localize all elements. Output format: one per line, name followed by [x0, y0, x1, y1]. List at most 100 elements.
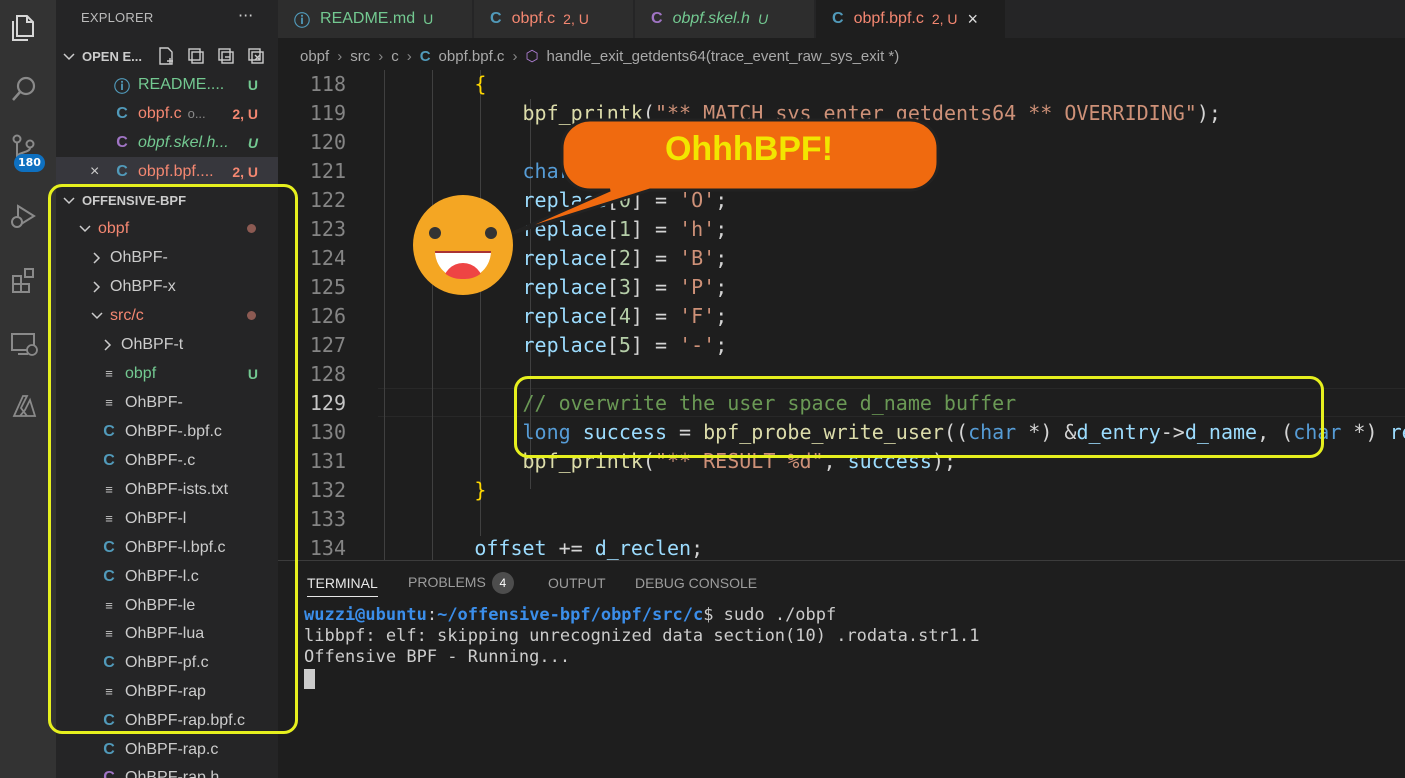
- git-status: 2, U: [232, 163, 258, 180]
- open-editors-actions: [156, 46, 266, 66]
- c-header-icon: C: [651, 10, 663, 27]
- scm-badge: 180: [14, 154, 45, 172]
- code-line: offset += d_reclen;: [474, 536, 704, 560]
- code-line: }: [474, 478, 487, 502]
- eye: [429, 227, 441, 239]
- tab-output[interactable]: OUTPUT: [548, 575, 606, 591]
- tree-file[interactable]: C OhBPF-rap.c: [56, 735, 278, 764]
- line-number: 119: [309, 101, 346, 125]
- azure-icon[interactable]: [0, 382, 48, 430]
- code-line: {: [474, 72, 487, 96]
- tab-debug-console[interactable]: DEBUG CONSOLE: [635, 575, 757, 591]
- tab-status: U: [423, 11, 434, 27]
- open-editor-name: obpf.bpf....: [138, 162, 214, 180]
- close-icon[interactable]: ×: [968, 9, 979, 30]
- line-number: 118: [309, 72, 346, 96]
- open-editors-label: OPEN E...: [82, 49, 142, 64]
- symbol-method-icon: ⬡: [525, 48, 539, 65]
- close-all-icon[interactable]: [246, 46, 266, 66]
- breadcrumb-symbol[interactable]: handle_exit_getdents64(trace_event_raw_s…: [547, 48, 900, 65]
- collapse-all-icon[interactable]: [216, 46, 236, 66]
- terminal-output-line: libbpf: elf: skipping unrecognized data …: [304, 626, 980, 646]
- breadcrumb-item[interactable]: c: [391, 48, 399, 65]
- smiley-face-icon: [413, 195, 513, 295]
- open-editor-path: o...: [187, 106, 206, 121]
- highlight-box-files: [48, 184, 298, 734]
- c-file-icon: C: [419, 47, 431, 65]
- breadcrumb-item[interactable]: obpf.bpf.c: [439, 48, 505, 65]
- problems-count-badge: 4: [491, 572, 514, 594]
- breadcrumb-item[interactable]: src: [350, 48, 370, 65]
- tab-status: U: [757, 11, 769, 27]
- prompt-user: wuzzi@ubuntu: [304, 605, 427, 625]
- save-all-icon[interactable]: [186, 46, 206, 66]
- bottom-panel: TERMINAL PROBLEMS 4 OUTPUT DEBUG CONSOLE …: [278, 560, 1405, 778]
- remote-explorer-icon[interactable]: [0, 320, 48, 368]
- open-editor-item[interactable]: ⓘ README.... U: [56, 70, 278, 99]
- open-editor-name: README....: [138, 75, 225, 93]
- open-editor-name: obpf.c: [138, 104, 182, 122]
- code-line: replace[4] = 'F';: [522, 304, 728, 328]
- c-header-icon: C: [103, 768, 115, 778]
- chevron-right-icon: ›: [337, 47, 343, 65]
- editor-tabs: ⓘ README.md U C obpf.c 2, U C obpf.skel.…: [278, 0, 1405, 38]
- tab-readme[interactable]: ⓘ README.md U: [278, 0, 473, 38]
- breadcrumb: obpf › src › c › C obpf.bpf.c › ⬡ handle…: [300, 43, 899, 69]
- tab-obpf-bpf-c[interactable]: C obpf.bpf.c 2, U ×: [816, 0, 1006, 38]
- tab-status: 2, U: [563, 11, 589, 27]
- tab-obpf-skel-h[interactable]: C obpf.skel.h U: [635, 0, 815, 38]
- tab-status: 2, U: [931, 11, 958, 27]
- tree-file[interactable]: C OhBPF-rap.h: [56, 763, 278, 778]
- tree-item-label: OhBPF-rap.h: [125, 768, 220, 778]
- new-file-icon[interactable]: [156, 46, 176, 66]
- open-editor-item[interactable]: C obpf.c o... 2, U: [56, 99, 278, 128]
- c-file-icon: C: [116, 162, 128, 180]
- chevron-right-icon: ›: [378, 47, 384, 65]
- tab-terminal[interactable]: TERMINAL: [307, 575, 378, 597]
- open-editor-name: obpf.skel.h...: [138, 133, 229, 151]
- tab-problems-label: PROBLEMS: [408, 574, 486, 590]
- close-icon[interactable]: ×: [90, 163, 108, 181]
- prompt-path: ~/offensive-bpf/obpf/src/c: [437, 605, 704, 625]
- tab-label: obpf.bpf.c: [853, 10, 924, 27]
- c-file-icon: C: [103, 740, 115, 758]
- line-number: 120: [309, 130, 346, 154]
- tab-label: obpf.skel.h: [672, 10, 750, 27]
- c-file-icon: C: [490, 10, 502, 27]
- callout-text: OhhhBPF!: [664, 130, 834, 168]
- mouth: [435, 251, 491, 279]
- chevron-right-icon: ›: [406, 47, 412, 65]
- highlight-box-code: [514, 376, 1324, 458]
- files-icon[interactable]: [0, 4, 48, 52]
- chevron-down-icon: [63, 52, 75, 60]
- tab-obpf-c[interactable]: C obpf.c 2, U: [474, 0, 634, 38]
- tree-item-label: OhBPF-rap.c: [125, 740, 219, 758]
- git-status: U: [247, 76, 258, 93]
- c-file-icon: C: [832, 10, 844, 27]
- code-line: replace[5] = '-';: [522, 333, 728, 357]
- more-actions-icon[interactable]: ···: [238, 6, 253, 25]
- explorer-title: EXPLORER: [81, 10, 154, 25]
- tab-problems[interactable]: PROBLEMS 4: [408, 572, 514, 594]
- eye: [485, 227, 497, 239]
- info-icon: ⓘ: [114, 78, 131, 96]
- tab-label: obpf.c: [511, 10, 556, 27]
- prompt-command: $ sudo ./obpf: [703, 605, 837, 625]
- c-file-icon: C: [116, 104, 128, 122]
- terminal-output-line: Offensive BPF - Running...: [304, 647, 571, 667]
- terminal-prompt-line: wuzzi@ubuntu:~/offensive-bpf/obpf/src/c$…: [304, 605, 837, 625]
- line-number: 121: [309, 159, 346, 183]
- open-editor-item-active[interactable]: × C obpf.bpf.... 2, U: [56, 157, 278, 186]
- info-icon: ⓘ: [294, 13, 311, 30]
- chevron-right-icon: ›: [512, 47, 518, 65]
- extensions-icon[interactable]: [0, 256, 48, 304]
- c-header-icon: C: [116, 133, 128, 151]
- breadcrumb-item[interactable]: obpf: [300, 48, 329, 65]
- open-editor-item[interactable]: C obpf.skel.h... U: [56, 128, 278, 157]
- git-status: U: [247, 134, 258, 151]
- terminal-cursor[interactable]: [304, 669, 315, 689]
- search-icon[interactable]: [0, 66, 48, 114]
- git-status: 2, U: [232, 105, 258, 122]
- run-debug-icon[interactable]: [0, 192, 48, 240]
- tab-label: README.md: [320, 10, 416, 27]
